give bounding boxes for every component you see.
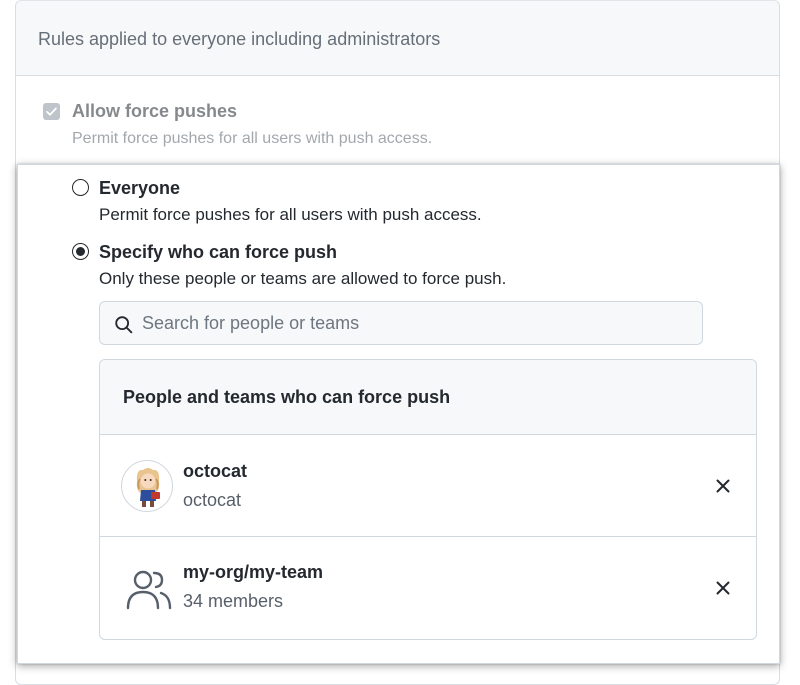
force-push-options-dialog: Everyone Permit force pushes for all use… [17, 164, 780, 664]
radio-everyone-description: Permit force pushes for all users with p… [99, 205, 482, 224]
allow-force-pushes-checkbox[interactable] [43, 103, 60, 120]
radio-everyone[interactable] [72, 179, 89, 196]
checkmark-icon [46, 107, 57, 116]
force-push-allowlist: People and teams who can force push octo… [99, 359, 757, 640]
radio-specify-who-label[interactable]: Specify who can force push [99, 242, 337, 263]
list-item-subtitle: octocat [183, 490, 242, 510]
list-item-octocat: octocat octocat [100, 435, 756, 537]
avatar-octocat [121, 460, 173, 512]
radio-everyone-label[interactable]: Everyone [99, 178, 180, 199]
octocat-avatar-icon [136, 468, 160, 507]
list-item-name: my-org/my-team [183, 562, 324, 582]
people-icon [126, 570, 172, 610]
close-icon [716, 581, 730, 595]
list-item-subtitle: 34 members [183, 591, 284, 611]
remove-octocat-button[interactable] [708, 471, 738, 501]
rules-section-header: Rules applied to everyone including admi… [16, 1, 779, 76]
close-icon [716, 479, 730, 493]
allowlist-title: People and teams who can force push [123, 387, 451, 407]
list-item-name: octocat [183, 461, 248, 481]
allow-force-pushes-description: Permit force pushes for all users with p… [72, 130, 433, 147]
radio-specify-who-description: Only these people or teams are allowed t… [99, 269, 507, 288]
allow-force-pushes-label: Allow force pushes [72, 101, 238, 121]
search-icon [115, 316, 133, 334]
rules-section-title: Rules applied to everyone including admi… [38, 29, 441, 49]
radio-specify-who[interactable] [72, 243, 89, 260]
remove-my-team-button[interactable] [708, 573, 738, 603]
people-teams-search[interactable] [99, 301, 703, 345]
allowlist-header: People and teams who can force push [100, 360, 756, 435]
search-input[interactable] [142, 302, 692, 344]
list-item-my-team: my-org/my-team 34 members [100, 537, 756, 639]
